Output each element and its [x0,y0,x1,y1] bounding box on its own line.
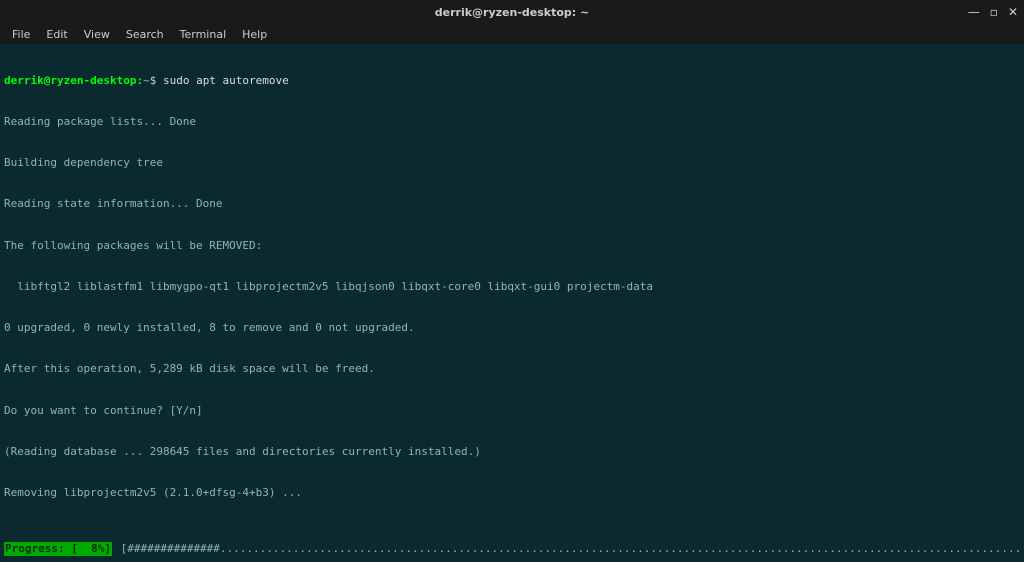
prompt-line: derrik@ryzen-desktop:~$ sudo apt autorem… [4,74,1020,88]
prompt-dollar: $ [150,74,157,87]
window-title: derrik@ryzen-desktop: ~ [435,6,589,19]
menu-help[interactable]: Help [234,26,275,43]
menu-view[interactable]: View [76,26,118,43]
titlebar: derrik@ryzen-desktop: ~ — ▫ ✕ [0,0,1024,24]
output-line: Reading state information... Done [4,197,1020,211]
menu-file[interactable]: File [4,26,38,43]
progress-row: Progress: [ 8%] [##############.........… [4,542,1020,556]
output-line: libftgl2 liblastfm1 libmygpo-qt1 libproj… [4,280,1020,294]
progress-label: Progress: [ 8%] [4,542,112,556]
output-line: (Reading database ... 298645 files and d… [4,445,1020,459]
command-text: sudo apt autoremove [163,74,289,87]
terminal-body[interactable]: derrik@ryzen-desktop:~$ sudo apt autorem… [0,44,1024,562]
output-line: 0 upgraded, 0 newly installed, 8 to remo… [4,321,1020,335]
menubar: File Edit View Search Terminal Help [0,24,1024,44]
menu-edit[interactable]: Edit [38,26,75,43]
menu-search[interactable]: Search [118,26,172,43]
window-controls: — ▫ ✕ [968,0,1018,24]
output-line: Building dependency tree [4,156,1020,170]
output-line: Reading package lists... Done [4,115,1020,129]
output-line: After this operation, 5,289 kB disk spac… [4,362,1020,376]
close-icon[interactable]: ✕ [1008,6,1018,18]
minimize-icon[interactable]: — [968,6,980,18]
prompt-path: ~ [143,74,150,87]
maximize-icon[interactable]: ▫ [990,6,998,18]
output-line: The following packages will be REMOVED: [4,239,1020,253]
prompt-user-host: derrik@ryzen-desktop [4,74,136,87]
progress-bar: [##############.........................… [114,542,1020,556]
output-line: Removing libprojectm2v5 (2.1.0+dfsg-4+b3… [4,486,1020,500]
output-line: Do you want to continue? [Y/n] [4,404,1020,418]
menu-terminal[interactable]: Terminal [172,26,235,43]
